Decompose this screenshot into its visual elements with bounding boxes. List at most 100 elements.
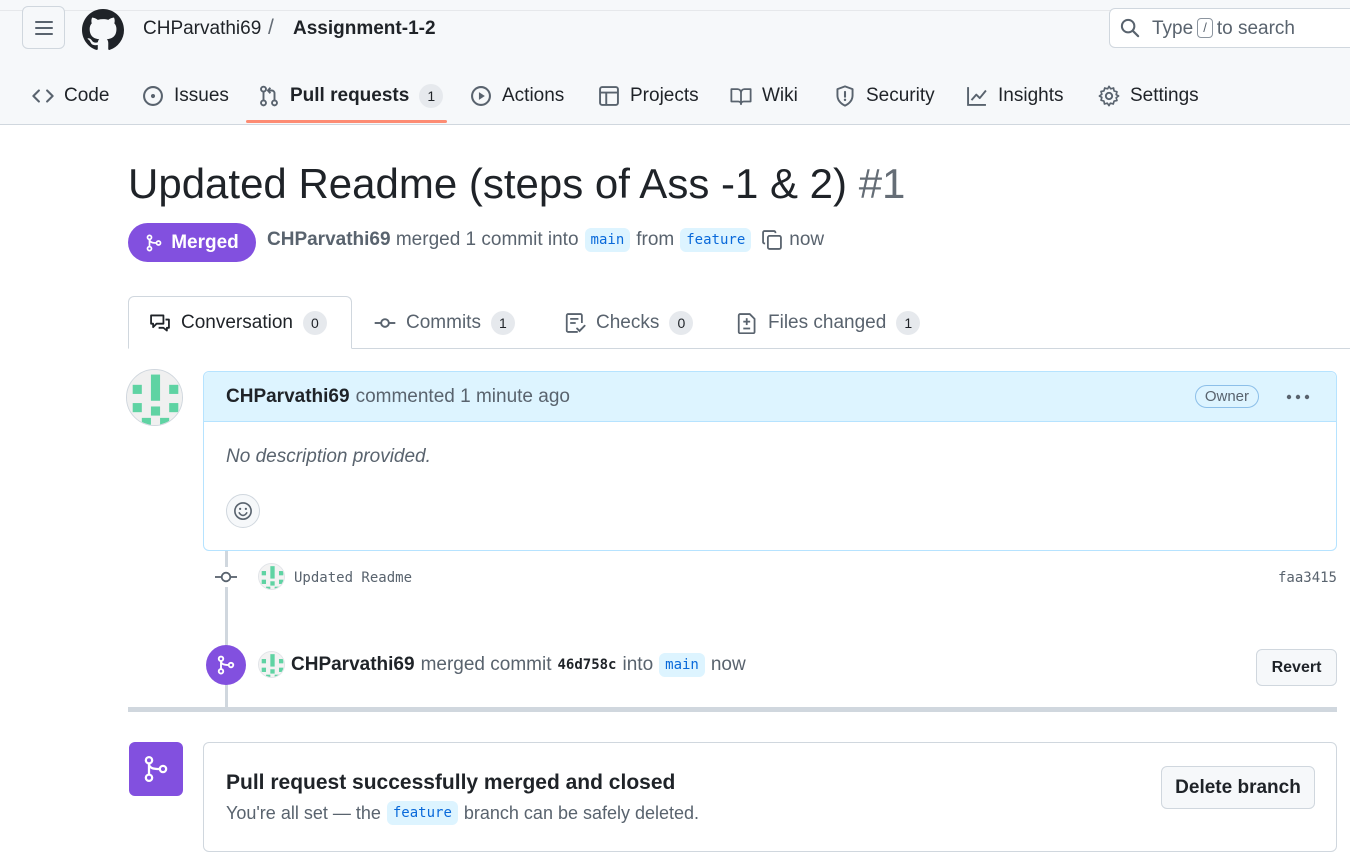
nav-pull-requests-label: Pull requests [290, 85, 410, 106]
merge-event-text: CHParvathi69 merged commit 46d758c into … [291, 653, 746, 677]
git-merge-icon [146, 234, 162, 251]
merge-box-title: Pull request successfully merged and clo… [226, 771, 676, 794]
nav-insights[interactable]: Insights [966, 68, 1063, 124]
identicon-avatar [259, 564, 284, 589]
nav-projects-label: Projects [630, 85, 699, 106]
head-branch[interactable]: feature [680, 228, 752, 252]
commit-item: Updated Readme faa3415 [212, 562, 1337, 592]
commit-sha[interactable]: faa3415 [1278, 570, 1337, 586]
pr-author[interactable]: CHParvathi69 [267, 229, 391, 251]
git-pull-request-icon [260, 85, 278, 107]
merge-author-avatar[interactable] [258, 651, 285, 678]
pr-tabs: Conversation 0 Commits 1 Checks 0 Files … [128, 296, 1350, 349]
issue-opened-icon [143, 86, 163, 106]
search-icon [1120, 18, 1140, 38]
checklist-icon [565, 312, 586, 333]
search-prefix: Type [1152, 18, 1194, 39]
file-diff-icon [737, 312, 756, 334]
pr-number: #1 [858, 160, 906, 207]
search-placeholder: Type / to search [1152, 18, 1295, 40]
merge-event-into: into [622, 654, 654, 675]
search-suffix: to search [1216, 18, 1295, 39]
play-icon [471, 86, 491, 106]
commit-message[interactable]: Updated Readme [294, 570, 412, 586]
nav-issues[interactable]: Issues [142, 68, 229, 124]
nav-wiki-label: Wiki [762, 85, 798, 106]
graph-icon [967, 87, 987, 106]
pr-meta: CHParvathi69 merged 1 commit into main f… [267, 228, 824, 252]
tab-conversation-label: Conversation [181, 311, 293, 333]
status-label: Merged [171, 231, 239, 253]
nav-settings-label: Settings [1130, 85, 1199, 106]
search-shortcut-key: / [1197, 18, 1213, 38]
nav-settings[interactable]: Settings [1098, 68, 1199, 124]
comment-options-button[interactable] [1284, 384, 1312, 410]
merge-event-merged: merged commit [420, 654, 552, 675]
nav-code[interactable]: Code [32, 68, 109, 124]
copy-icon[interactable] [761, 229, 783, 251]
commit-node [212, 567, 240, 587]
nav-code-label: Code [64, 85, 110, 106]
nav-projects[interactable]: Projects [598, 68, 699, 124]
breadcrumb-owner[interactable]: CHParvathi69 [143, 18, 261, 40]
nav-wiki[interactable]: Wiki [730, 68, 798, 124]
owner-badge: Owner [1194, 385, 1259, 408]
pr-meta-from: from [636, 229, 675, 250]
revert-button[interactable]: Revert [1256, 649, 1337, 686]
search-input[interactable]: Type / to search [1109, 8, 1350, 48]
shield-icon [836, 85, 854, 107]
tab-checks-label: Checks [596, 311, 660, 333]
timeline-end-divider [128, 707, 1337, 712]
add-reaction-button[interactable] [226, 494, 260, 528]
delete-branch-button[interactable]: Delete branch [1161, 766, 1315, 809]
git-commit-icon [215, 571, 237, 583]
pr-description-comment: CHParvathi69 commented 1 minute ago Owne… [203, 371, 1337, 551]
nav-insights-label: Insights [998, 85, 1064, 106]
smiley-icon [234, 502, 252, 520]
tab-commits[interactable]: Commits 1 [374, 296, 515, 349]
tab-commits-label: Commits [406, 311, 481, 333]
merge-box-branch[interactable]: feature [386, 801, 458, 825]
merge-box-subtitle: You're all set — the feature branch can … [226, 801, 699, 825]
git-merge-icon [217, 655, 235, 675]
status-badge: Merged [128, 223, 256, 262]
merge-event: CHParvathi69 merged commit 46d758c into … [206, 645, 1337, 687]
nav-security[interactable]: Security [834, 68, 935, 124]
avatar[interactable] [126, 369, 183, 426]
tab-checks[interactable]: Checks 0 [564, 296, 694, 349]
tab-conversation[interactable]: Conversation 0 [128, 296, 352, 349]
comment-author[interactable]: CHParvathi69 [226, 386, 350, 408]
commit-author-avatar[interactable] [258, 563, 285, 590]
merge-status-icon [129, 742, 183, 796]
merge-event-node [206, 645, 246, 685]
tab-conversation-count: 0 [302, 310, 327, 335]
tab-files-changed-count: 1 [896, 310, 921, 335]
repo-nav: Code Issues Pull requests 1 Actions Proj… [0, 68, 1350, 125]
comment-header: CHParvathi69 commented 1 minute ago Owne… [204, 372, 1336, 422]
identicon-avatar [259, 652, 284, 677]
pr-meta-time: now [789, 229, 825, 250]
merge-commit-sha[interactable]: 46d758c [557, 657, 616, 673]
comment-action[interactable]: commented 1 minute ago [356, 386, 570, 408]
merge-target-branch[interactable]: main [659, 653, 705, 677]
tab-files-changed[interactable]: Files changed 1 [736, 296, 921, 349]
identicon-avatar [127, 370, 182, 425]
github-logo-icon[interactable] [82, 9, 124, 51]
breadcrumb-repo[interactable]: Assignment-1-2 [293, 18, 436, 40]
pull-requests-counter: 1 [419, 84, 444, 108]
repo-header: CHParvathi69 / Assignment-1-2 Type / to se… [0, 0, 1350, 125]
menu-button[interactable] [22, 6, 65, 49]
tab-commits-count: 1 [490, 310, 515, 335]
nav-pull-requests[interactable]: Pull requests 1 [258, 68, 444, 124]
kebab-horizontal-icon [1286, 394, 1310, 400]
nav-issues-label: Issues [174, 85, 229, 106]
tab-checks-count: 0 [669, 310, 694, 335]
nav-actions[interactable]: Actions [470, 68, 564, 124]
nav-security-label: Security [866, 85, 935, 106]
base-branch[interactable]: main [584, 228, 631, 252]
merge-event-time[interactable]: now [711, 654, 746, 676]
pr-title-text: Updated Readme (steps of Ass -1 & 2) [128, 160, 848, 207]
tab-files-changed-label: Files changed [768, 311, 887, 333]
merge-author[interactable]: CHParvathi69 [291, 654, 415, 676]
merge-box-sub-prefix: You're all set — the [226, 802, 381, 823]
